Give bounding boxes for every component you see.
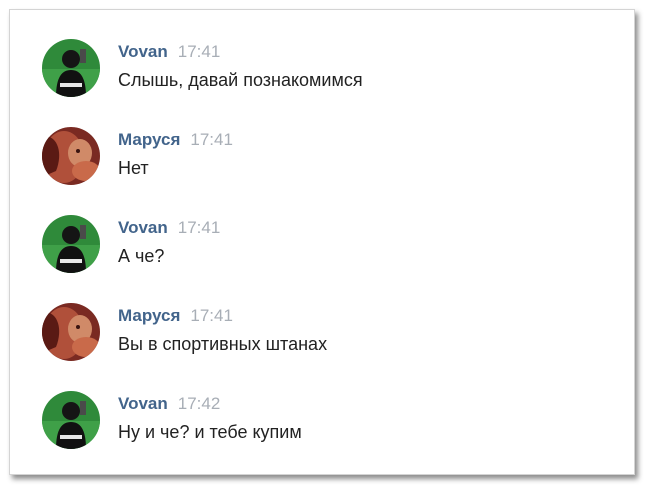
- message-text: Ну и че? и тебе купим: [118, 422, 302, 442]
- author-name[interactable]: Маруся: [118, 130, 180, 149]
- message-timestamp[interactable]: 17:42: [178, 394, 221, 413]
- message-text: А че?: [118, 246, 165, 266]
- user-avatar-marusya-icon[interactable]: [42, 303, 100, 361]
- author-name[interactable]: Vovan: [118, 394, 168, 413]
- user-avatar-vovan-icon[interactable]: [42, 391, 100, 449]
- message-timestamp[interactable]: 17:41: [190, 130, 233, 149]
- message-text: Нет: [118, 158, 149, 178]
- message-header: Маруся 17:41: [118, 306, 233, 326]
- message-timestamp[interactable]: 17:41: [178, 218, 221, 237]
- author-name[interactable]: Vovan: [118, 218, 168, 237]
- chat-window: Vovan 17:41 Слышь, давай познакомимся Мар…: [9, 9, 635, 475]
- author-name[interactable]: Маруся: [118, 306, 180, 325]
- user-avatar-vovan-icon[interactable]: [42, 215, 100, 273]
- message-timestamp[interactable]: 17:41: [190, 306, 233, 325]
- message-timestamp[interactable]: 17:41: [178, 42, 221, 61]
- message-header: Vovan 17:41: [118, 218, 220, 238]
- message-text: Слышь, давай познакомимся: [118, 70, 363, 90]
- message-text: Вы в спортивных штанах: [118, 334, 328, 354]
- message-header: Vovan 17:42: [118, 394, 220, 414]
- user-avatar-vovan-icon[interactable]: [42, 39, 100, 97]
- user-avatar-marusya-icon[interactable]: [42, 127, 100, 185]
- author-name[interactable]: Vovan: [118, 42, 168, 61]
- message-header: Vovan 17:41: [118, 42, 220, 62]
- message-header: Маруся 17:41: [118, 130, 233, 150]
